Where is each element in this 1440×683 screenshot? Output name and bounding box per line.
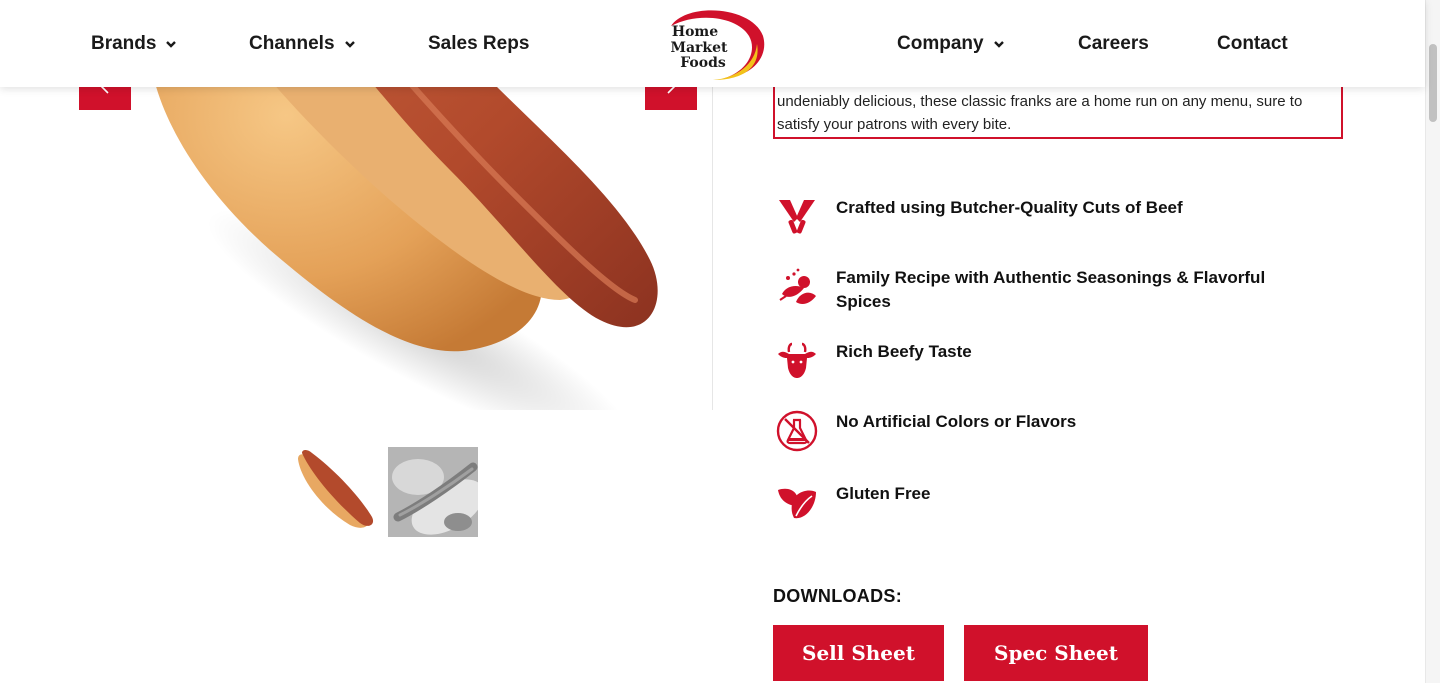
page-scrollbar[interactable] <box>1425 0 1440 683</box>
cleaver-icon <box>779 200 815 234</box>
spices-icon <box>779 268 816 304</box>
svg-text:Market: Market <box>670 40 728 56</box>
nav-careers-label: Careers <box>1078 33 1149 54</box>
feature-item: Crafted using Butcher-Quality Cuts of Be… <box>776 196 1316 238</box>
nav-contact[interactable]: Contact <box>1217 33 1288 55</box>
gallery-thumbnail[interactable] <box>290 447 380 537</box>
gallery-divider <box>712 87 713 410</box>
sell-sheet-button[interactable]: Sell Sheet <box>773 625 944 681</box>
feature-item: Gluten Free <box>776 482 1316 524</box>
chevron-down-icon <box>344 41 355 48</box>
feature-text: Rich Beefy Taste <box>836 342 972 361</box>
chevron-down-icon <box>166 41 177 48</box>
nav-brands[interactable]: Brands <box>91 33 177 55</box>
nav-channels-label: Channels <box>249 33 335 54</box>
nav-company-label: Company <box>897 33 984 54</box>
feature-item: No Artificial Colors or Flavors <box>776 410 1316 452</box>
spec-sheet-button[interactable]: Spec Sheet <box>964 625 1148 681</box>
hot-dog-plate-thumbnail-image <box>388 447 478 537</box>
home-market-foods-logo[interactable]: Home Market Foods <box>657 6 767 82</box>
product-description: undeniably delicious, these classic fran… <box>777 93 1303 133</box>
nav-contact-label: Contact <box>1217 33 1288 54</box>
svg-text:Home: Home <box>672 24 718 40</box>
chevron-down-icon <box>993 41 1004 48</box>
product-gallery <box>0 0 713 683</box>
downloads-title: DOWNLOADS: <box>773 586 902 606</box>
cow-icon <box>778 342 816 378</box>
nav-company[interactable]: Company <box>897 33 1005 55</box>
leaf-icon <box>778 488 816 519</box>
feature-text: Gluten Free <box>836 484 931 503</box>
nav-brands-label: Brands <box>91 33 157 54</box>
feature-text: Crafted using Butcher-Quality Cuts of Be… <box>836 198 1183 217</box>
svg-text:Foods: Foods <box>680 55 726 71</box>
nav-sales-reps[interactable]: Sales Reps <box>428 33 529 55</box>
site-header: Brands Channels Sales Reps Home Market F… <box>0 0 1425 87</box>
feature-text: No Artificial Colors or Flavors <box>836 412 1077 431</box>
nav-sales-reps-label: Sales Reps <box>428 33 530 54</box>
no-artificial-icon <box>776 410 818 452</box>
feature-item: Rich Beefy Taste <box>776 340 1316 382</box>
hot-dog-thumbnail-image <box>298 450 374 528</box>
gallery-thumbnail[interactable] <box>388 447 478 537</box>
nav-channels[interactable]: Channels <box>249 33 356 55</box>
nav-careers[interactable]: Careers <box>1078 33 1149 55</box>
feature-text: Family Recipe with Authentic Seasonings … <box>836 268 1266 311</box>
feature-item: Family Recipe with Authentic Seasonings … <box>776 266 1316 314</box>
scrollbar-thumb[interactable] <box>1429 44 1437 122</box>
